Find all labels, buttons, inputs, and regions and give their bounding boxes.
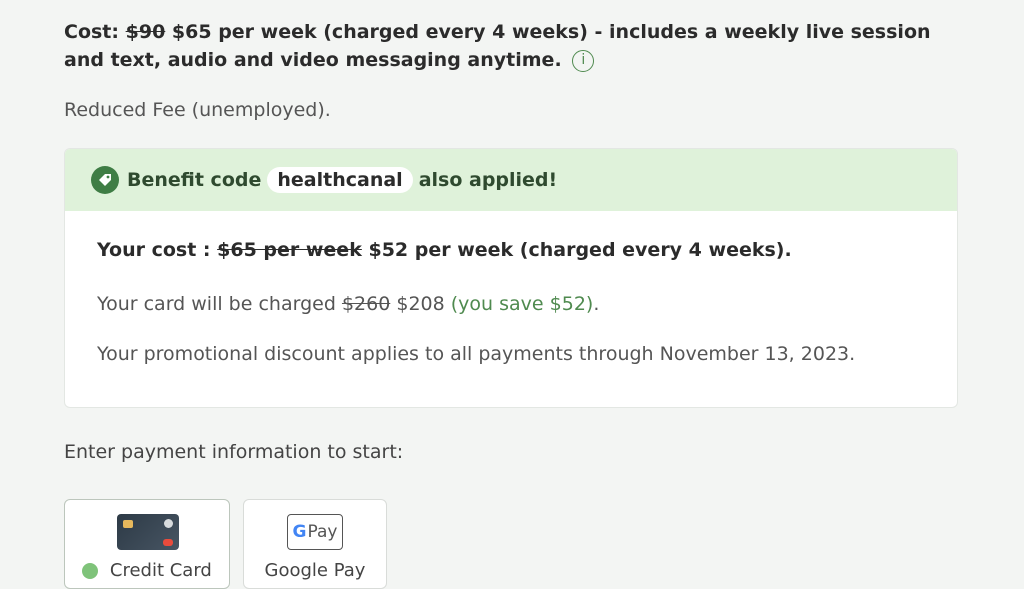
credit-card-icon	[117, 514, 179, 550]
benefit-code: healthcanal	[267, 167, 413, 193]
charge-prefix: Your card will be charged	[97, 293, 336, 315]
reduced-fee-note: Reduced Fee (unemployed).	[64, 99, 331, 121]
cost-label: Cost:	[64, 21, 119, 43]
cost-old-price: $90	[125, 21, 166, 43]
credit-card-label-wrap: Credit Card	[65, 560, 229, 581]
selected-check-icon	[82, 563, 99, 579]
benefit-prefix: Benefit code	[127, 169, 262, 191]
charge-save: (you save $52)	[450, 293, 594, 315]
info-icon[interactable]: i	[572, 49, 595, 72]
benefit-card: Benefit code healthcanal also applied! Y…	[64, 148, 958, 408]
credit-card-option[interactable]: Credit Card	[64, 499, 230, 589]
benefit-suffix: also applied!	[418, 169, 558, 191]
promo-line: Your promotional discount applies to all…	[97, 343, 856, 365]
benefit-header: Benefit code healthcanal also applied!	[65, 149, 957, 211]
your-cost-new: $52 per week (charged every 4 weeks).	[368, 239, 792, 261]
credit-card-label: Credit Card	[109, 560, 212, 581]
charge-old: $260	[341, 293, 391, 315]
google-g-letter: G	[292, 522, 307, 542]
charge-end: .	[593, 293, 600, 315]
cost-summary: Cost: $90 $65 per week (charged every 4 …	[64, 18, 964, 74]
benefit-body: Your cost : $65 per week $52 per week (c…	[65, 211, 957, 365]
charge-line: Your card will be charged $260 $208 (you…	[97, 293, 925, 315]
payment-label: Enter payment information to start:	[64, 441, 404, 463]
tag-icon	[91, 166, 119, 194]
google-pay-label: Google Pay	[264, 560, 366, 581]
cost-new-price: $65 per week (charged every 4 weeks) - i…	[64, 21, 931, 71]
google-pay-badge-text: Pay	[307, 522, 338, 542]
google-pay-icon: G Pay	[287, 514, 343, 550]
your-cost: Your cost : $65 per week $52 per week (c…	[97, 239, 925, 261]
google-pay-option[interactable]: G Pay Google Pay	[243, 499, 387, 589]
charge-new: $208	[396, 293, 445, 315]
your-cost-old: $65 per week	[217, 239, 362, 261]
your-cost-label: Your cost :	[97, 239, 211, 261]
